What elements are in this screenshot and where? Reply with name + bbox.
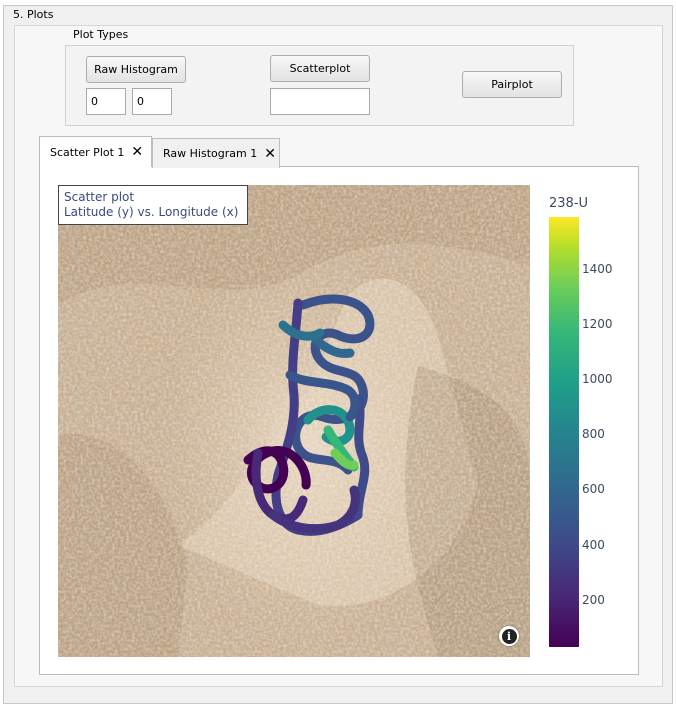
tooltip-subtitle: Latitude (y) vs. Longitude (x) [64,205,239,219]
plot-types-title: Plot Types [73,28,129,41]
tab-scatter-plot-1[interactable]: Scatter Plot 1 ✕ [39,136,152,167]
colorbar-tick: 1000 [582,372,613,386]
tab-label: Raw Histogram 1 [163,147,258,160]
colorbar-title: 238-U [549,196,589,211]
colorbar-tick: 400 [582,538,605,552]
info-icon[interactable]: i [499,626,519,646]
scatterplot-param-field[interactable] [270,88,370,115]
close-tab-icon[interactable]: ✕ [131,144,143,160]
colorbar-tick: 800 [582,427,605,441]
pairplot-button[interactable]: Pairplot [462,71,562,98]
scatter-plot-map[interactable] [58,185,530,657]
tab-raw-histogram-1[interactable]: Raw Histogram 1 ✕ [152,138,280,168]
plot-hover-tooltip: Scatter plot Latitude (y) vs. Longitude … [58,185,248,225]
tab-label: Scatter Plot 1 [50,145,125,159]
close-tab-icon[interactable]: ✕ [264,146,276,162]
colorbar-tick: 200 [582,593,605,607]
section-title: 5. Plots [13,8,54,21]
scatter-track-overlay [243,294,375,536]
scatterplot-button[interactable]: Scatterplot [270,55,370,82]
raw-histogram-button[interactable]: Raw Histogram [86,56,186,83]
histogram-param-field-2[interactable]: 0 [132,88,172,115]
colorbar-tick: 1200 [582,317,613,331]
colorbar-tick: 1400 [582,262,613,276]
tooltip-title: Scatter plot [64,190,135,204]
colorbar [549,217,579,647]
colorbar-tick: 600 [582,482,605,496]
histogram-param-field-1[interactable]: 0 [86,88,126,115]
